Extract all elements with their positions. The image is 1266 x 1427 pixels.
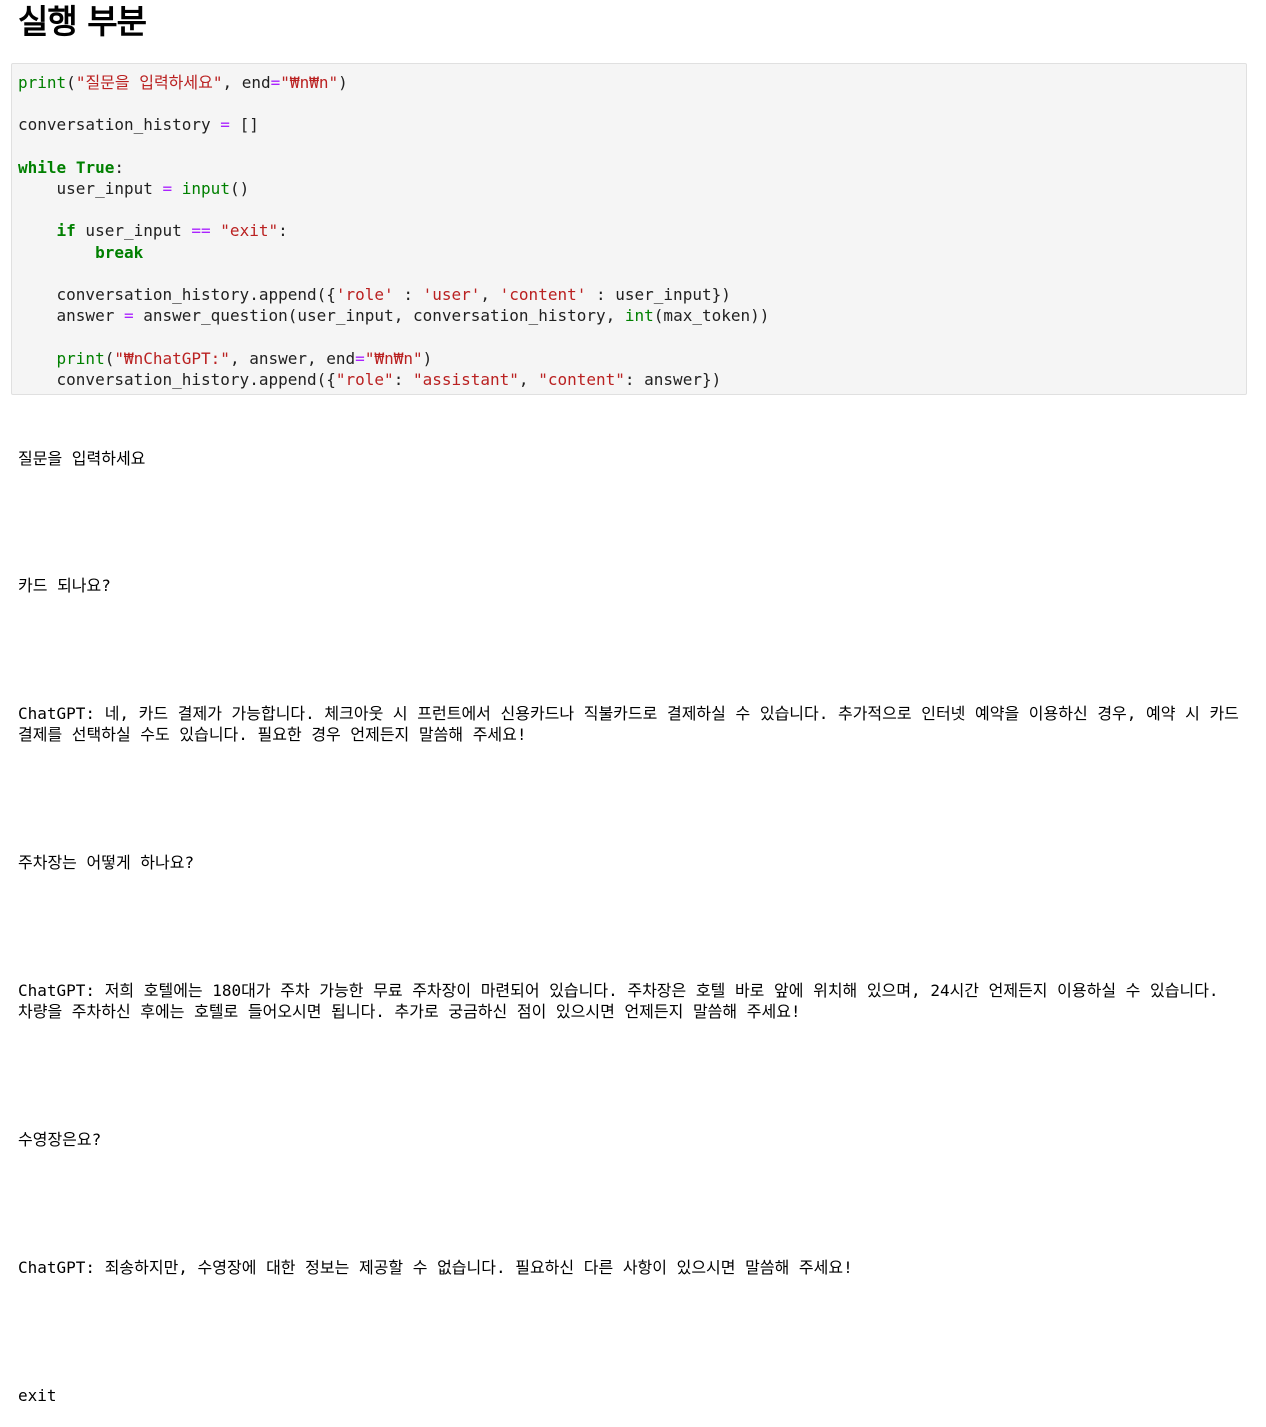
code-token: "content" — [538, 369, 625, 389]
assistant-response: ChatGPT: 죄송하지만, 수영장에 대한 정보는 제공할 수 없습니다. … — [18, 1257, 853, 1277]
code-token: == — [191, 221, 211, 241]
code-token: : — [114, 157, 124, 177]
code-token: while — [18, 157, 67, 177]
code-token: , — [480, 285, 500, 305]
code-token: = — [123, 306, 134, 326]
assistant-response: ChatGPT: 네, 카드 결제가 가능합니다. 체크아웃 시 프런트에서 신… — [18, 704, 1249, 745]
code-token: () — [229, 179, 250, 199]
code-token: : — [393, 369, 413, 389]
assistant-response: ChatGPT: 저희 호텔에는 180대가 주차 가능한 무료 주차장이 마련… — [18, 981, 1229, 1022]
code-token: if — [56, 221, 76, 241]
code-token: : — [393, 285, 423, 305]
code-token: ( — [104, 348, 115, 368]
code-token: = — [162, 179, 173, 199]
code-block[interactable]: print("질문을 입력하세요", end="₩n₩n") conversat… — [18, 72, 769, 390]
code-token: = — [220, 115, 230, 135]
code-token: print — [18, 73, 67, 92]
code-token: ( — [66, 73, 76, 92]
section-heading: 실행 부분 — [18, 2, 147, 41]
code-token: ) — [422, 348, 433, 368]
code-line: if user_input == "exit": — [18, 221, 288, 240]
code-line: print("질문을 입력하세요", end="₩n₩n") — [18, 73, 348, 92]
code-token: , answer, end — [229, 348, 356, 368]
output-prompt-line: 질문을 입력하세요 — [18, 448, 146, 468]
code-token: 'content' — [499, 285, 587, 305]
exit-input-line: exit — [18, 1385, 57, 1405]
code-line: conversation_history = [] — [18, 115, 259, 134]
code-token: (max_token)) — [653, 306, 770, 326]
code-token: : — [278, 221, 288, 241]
code-token: conversation_history.append({ — [18, 285, 336, 305]
code-token: 'user' — [422, 285, 481, 305]
code-token: conversation_history.append({ — [18, 369, 336, 389]
code-token: True — [75, 157, 115, 177]
code-token: print — [56, 348, 105, 368]
code-line: while True: — [18, 158, 124, 177]
code-token: "₩nChatGPT:" — [114, 348, 230, 368]
code-line: break — [18, 243, 143, 262]
code-token: user_input — [18, 179, 163, 199]
code-token: = — [355, 348, 365, 368]
code-token: "assistant" — [412, 369, 519, 389]
code-line: conversation_history.append({"role": "as… — [18, 369, 722, 389]
code-line: print("₩nChatGPT:", answer, end="₩n₩n") — [18, 348, 433, 368]
code-token: [] — [229, 115, 259, 135]
code-token: input — [181, 179, 230, 199]
code-token: "exit" — [220, 221, 279, 241]
code-token: ) — [338, 73, 348, 92]
code-token: conversation_history — [18, 115, 221, 135]
code-token: "질문을 입력하세요" — [75, 73, 223, 92]
code-token: 'role' — [335, 285, 394, 305]
code-line: conversation_history.append({'role' : 'u… — [18, 285, 731, 304]
user-input-line: 수영장은요? — [18, 1130, 102, 1150]
code-token: "₩n₩n" — [280, 73, 339, 92]
user-input-line: 카드 되나요? — [18, 576, 111, 596]
code-token: "role" — [335, 369, 394, 389]
code-token: int — [624, 306, 654, 326]
code-token: "₩n₩n" — [364, 348, 423, 368]
code-token: user_input — [75, 221, 192, 241]
code-line: answer = answer_question(user_input, con… — [18, 306, 770, 326]
output-area: 질문을 입력하세요 카드 되나요? ChatGPT: 네, 카드 결제가 가능합… — [18, 405, 1240, 1427]
code-token: break — [95, 242, 144, 262]
code-line: user_input = input() — [18, 179, 250, 199]
code-token: , end — [222, 73, 271, 92]
user-input-line: 주차장는 어떻게 하나요? — [18, 853, 195, 873]
code-token: answer — [18, 306, 124, 326]
code-token: = — [270, 73, 281, 92]
code-token: answer_question(user_input, conversation… — [133, 306, 625, 326]
code-cell[interactable]: print("질문을 입력하세요", end="₩n₩n") conversat… — [11, 63, 1247, 395]
code-token: : user_input}) — [586, 285, 731, 305]
code-token: : answer}) — [624, 369, 722, 389]
code-token: , — [518, 369, 539, 389]
